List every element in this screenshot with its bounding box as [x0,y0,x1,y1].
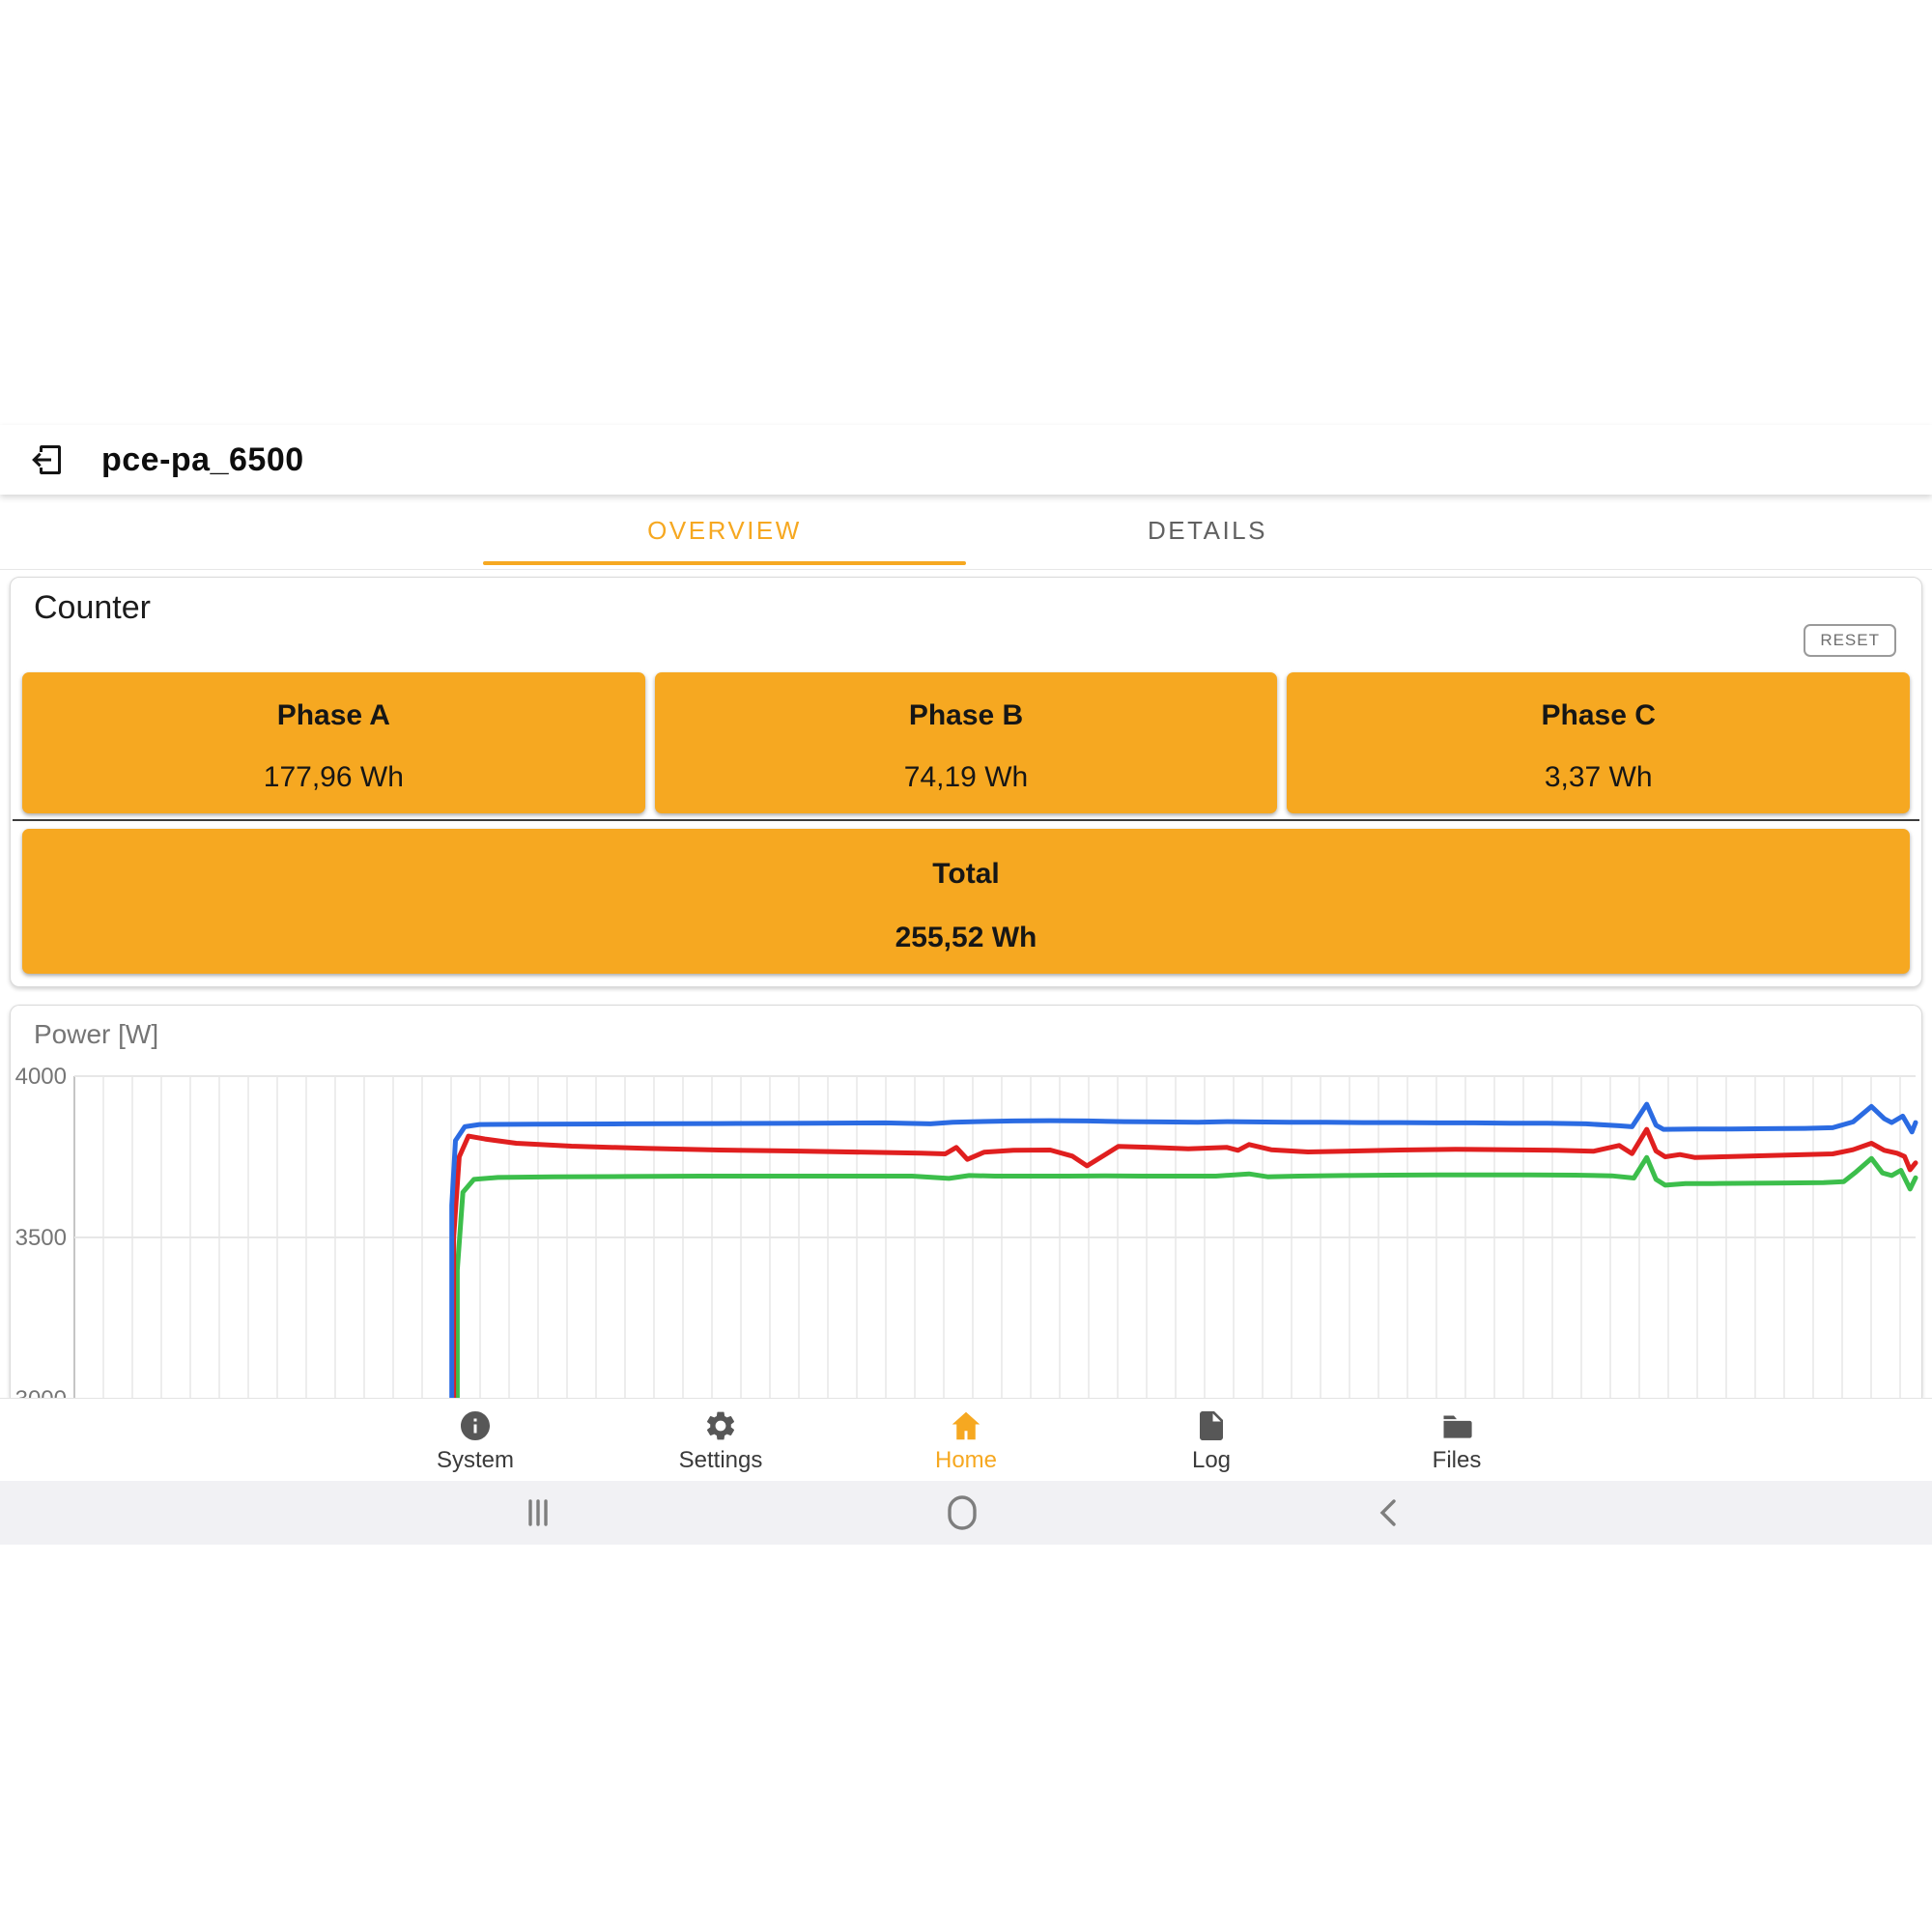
android-home-icon[interactable] [923,1481,1001,1545]
nav-item-system[interactable]: System [353,1399,598,1481]
counter-card: Counter RESET Phase A 177,96 Wh Phase B … [10,577,1922,987]
page-title: pce-pa_6500 [101,425,304,495]
phase-a-panel: Phase A 177,96 Wh [22,672,645,813]
nav-item-settings[interactable]: Settings [598,1399,843,1481]
phase-c-panel: Phase C 3,37 Wh [1287,672,1910,813]
log-icon [1194,1408,1229,1443]
recents-icon[interactable] [499,1481,577,1545]
tab-overview[interactable]: OVERVIEW [483,495,966,566]
total-panel: Total 255,52 Wh [22,829,1910,974]
phase-b-panel: Phase B 74,19 Wh [655,672,1278,813]
app-bar: pce-pa_6500 [0,425,1932,495]
reset-button[interactable]: RESET [1804,624,1896,657]
bottom-nav: System Settings Home Log [0,1398,1932,1481]
nav-label-home: Home [935,1447,997,1474]
nav-label-settings: Settings [679,1447,763,1474]
nav-label-log: Log [1192,1447,1231,1474]
phase-row: Phase A 177,96 Wh Phase B 74,19 Wh Phase… [22,672,1910,813]
counter-title: Counter [34,589,151,627]
power-chart-card: 4000 3500 3000 Power [W] [10,1005,1922,1398]
files-icon [1439,1408,1474,1443]
tab-details[interactable]: DETAILS [966,495,1449,566]
settings-icon [703,1408,738,1443]
info-icon [458,1408,493,1443]
tab-bar: OVERVIEW DETAILS [0,495,1932,570]
nav-item-files[interactable]: Files [1334,1399,1579,1481]
phase-a-label: Phase A [277,699,390,732]
active-tab-indicator [483,561,966,565]
svg-text:4000: 4000 [15,1064,67,1090]
nav-label-system: System [437,1447,514,1474]
power-chart: 4000 3500 3000 [11,1006,1922,1398]
logout-icon[interactable] [27,440,66,479]
phase-a-value: 177,96 Wh [264,761,404,794]
phase-c-label: Phase C [1541,699,1655,732]
nav-item-log[interactable]: Log [1089,1399,1334,1481]
total-label: Total [932,858,999,891]
android-nav-bar [0,1481,1932,1545]
home-icon [949,1408,983,1443]
nav-label-files: Files [1433,1447,1482,1474]
svg-text:3000: 3000 [15,1386,67,1398]
screen: pce-pa_6500 OVERVIEW DETAILS Counter RES… [0,0,1932,1932]
total-value: 255,52 Wh [895,922,1037,954]
chart-title: Power [W] [34,1019,158,1050]
nav-item-home[interactable]: Home [843,1399,1089,1481]
back-icon[interactable] [1351,1481,1429,1545]
phase-b-value: 74,19 Wh [904,761,1028,794]
divider [13,819,1919,821]
svg-text:3500: 3500 [15,1225,67,1251]
phase-b-label: Phase B [909,699,1023,732]
phase-c-value: 3,37 Wh [1545,761,1653,794]
